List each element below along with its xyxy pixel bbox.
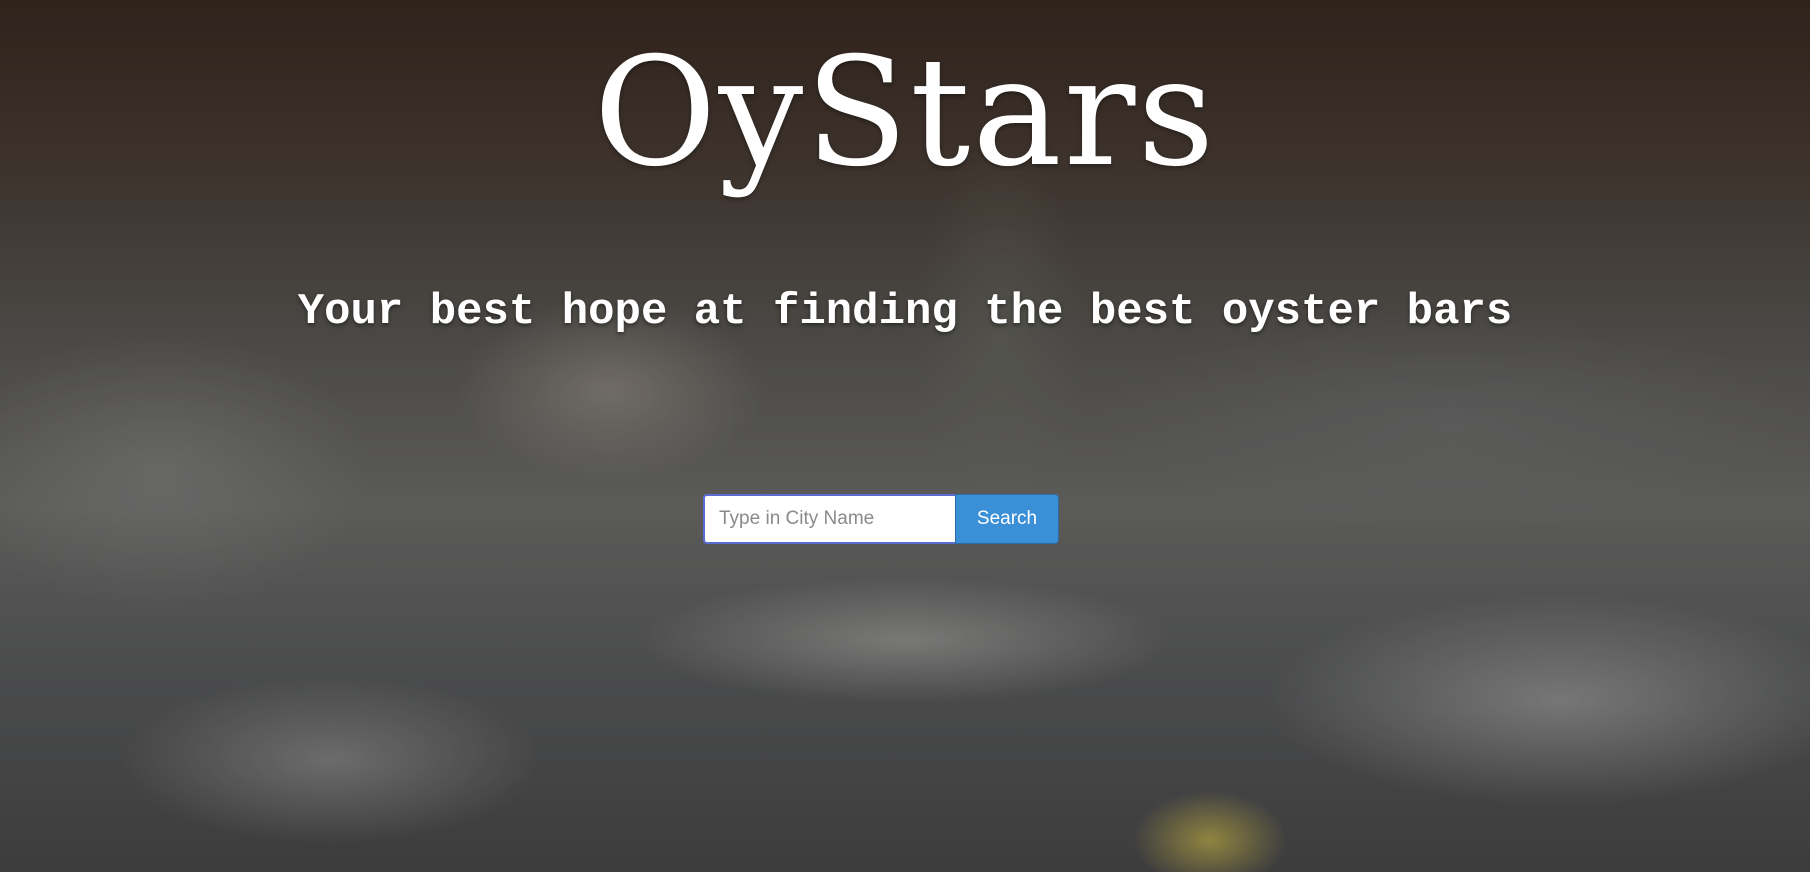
site-logo: OyStars bbox=[593, 26, 1217, 200]
city-search-input[interactable] bbox=[703, 494, 955, 544]
tagline: Your best hope at finding the best oyste… bbox=[297, 287, 1513, 337]
search-form: Search bbox=[703, 494, 1059, 544]
hero-section: OyStars Your best hope at finding the be… bbox=[0, 0, 1810, 872]
search-button[interactable]: Search bbox=[955, 494, 1059, 544]
